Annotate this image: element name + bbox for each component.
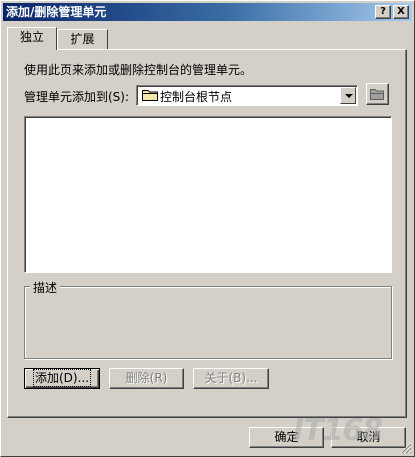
title-bar[interactable]: 添加/删除管理单元	[3, 3, 412, 21]
help-button[interactable]: ?	[375, 5, 391, 19]
add-to-label: 管理单元添加到(S):	[24, 90, 130, 104]
cancel-button-label: 取消	[356, 430, 381, 444]
about-button-label: 关于(B)...	[204, 371, 258, 385]
description-groupbox	[24, 286, 392, 359]
tab-label: 独立	[19, 30, 44, 44]
add-remove-snapin-dialog: 添加/删除管理单元 ? X 独立 扩展 使用此页来添加或删除控制台的管理单元。 …	[0, 0, 415, 457]
dropdown-value: 控制台根节点	[160, 90, 233, 104]
tab-standalone[interactable]: 独立	[7, 27, 57, 50]
folder-icon	[142, 90, 158, 101]
folder-open-icon	[370, 89, 384, 100]
window-title: 添加/删除管理单元	[6, 5, 107, 19]
ok-button-label: 确定	[274, 430, 299, 444]
panel-description: 使用此页来添加或删除控制台的管理单元。	[24, 63, 253, 77]
add-button[interactable]: 添加(D)...	[24, 368, 100, 389]
about-button[interactable]: 关于(B)...	[193, 368, 269, 389]
help-icon: ?	[380, 6, 386, 17]
browse-folder-button[interactable]	[366, 83, 389, 105]
close-button[interactable]: X	[393, 5, 409, 19]
remove-button-label: 删除(R)	[125, 371, 168, 385]
remove-button[interactable]: 删除(R)	[109, 368, 184, 389]
add-button-label: 添加(D)...	[32, 369, 92, 387]
cancel-button[interactable]: 取消	[331, 427, 406, 448]
tab-label: 扩展	[70, 32, 95, 46]
close-icon: X	[397, 6, 405, 17]
description-group-label: 描述	[30, 279, 61, 296]
add-to-dropdown[interactable]: 控制台根节点	[136, 85, 358, 106]
snapin-list[interactable]	[24, 116, 392, 273]
chevron-down-icon[interactable]	[340, 87, 356, 104]
ok-button[interactable]: 确定	[249, 427, 324, 448]
tab-extensions[interactable]: 扩展	[57, 29, 108, 49]
resize-grip-icon[interactable]	[400, 442, 412, 454]
